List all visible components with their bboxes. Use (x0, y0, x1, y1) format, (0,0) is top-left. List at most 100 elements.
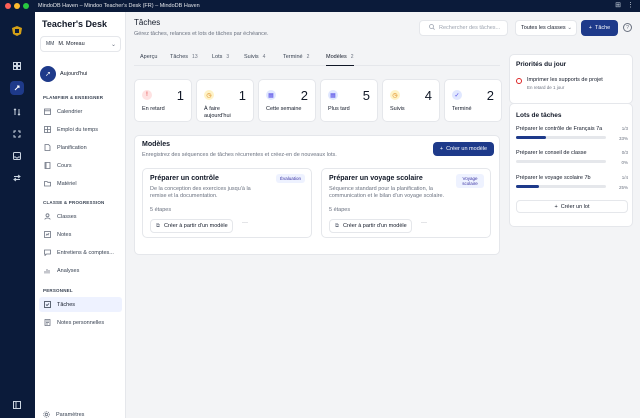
window-title: MindoDB Haven – Mindoo Teacher's Desk (F… (38, 3, 200, 9)
tab-termine[interactable]: Terminé 2 (283, 54, 309, 66)
app-brand: Teacher's Desk (42, 19, 108, 29)
sort-icon[interactable] (10, 105, 24, 119)
minimize-window-button[interactable] (14, 3, 20, 9)
tab-lots[interactable]: Lots 3 (212, 54, 229, 66)
check-circle-icon: ✓ (452, 90, 462, 100)
create-from-model-button[interactable]: ⧉ Créer à partir d'un modèle (329, 219, 412, 233)
tab-apercu[interactable]: Aperçu (140, 54, 157, 66)
dashboard-icon[interactable] (10, 59, 24, 73)
stat-a-faire-aujourdhui[interactable]: ◷ 1 À faire aujourd'hui (196, 79, 254, 122)
create-lot-button[interactable]: + Créer un lot (516, 200, 628, 213)
stat-label: En retard (142, 106, 165, 112)
search-input[interactable]: Rechercher des tâches... (419, 20, 508, 36)
close-window-button[interactable] (5, 3, 11, 9)
more-options-icon[interactable]: ··· (242, 220, 248, 226)
sidebar-item-calendrier[interactable]: Calendrier (39, 104, 122, 119)
sidebar-item-taches[interactable]: Tâches (39, 297, 122, 312)
stat-suivis[interactable]: ◷ 4 Suivis (382, 79, 440, 122)
more-icon[interactable]: ⋮ (627, 2, 634, 10)
lot-item[interactable]: Préparer le voyage scolaire 7b 1/4 25% (516, 175, 628, 190)
progress-bar (516, 185, 606, 188)
tab-suivis[interactable]: Suivis 4 (244, 54, 265, 66)
stat-label: À faire aujourd'hui (204, 106, 231, 119)
sidebar-item-classes[interactable]: Classes (39, 209, 122, 224)
chart-icon (43, 267, 51, 275)
model-badge: Voyage scolaire (456, 174, 484, 188)
stat-en-retard[interactable]: ! 1 En retard (134, 79, 192, 122)
app-rail (0, 12, 35, 418)
alert-icon: ! (142, 90, 152, 100)
sidebar: Teacher's Desk MM M. Moreau ⌄ ➚ Aujourd'… (35, 12, 126, 418)
tab-taches[interactable]: Tâches 13 (170, 54, 198, 66)
sidebar-item-today[interactable]: ➚ Aujourd'hui (40, 64, 121, 84)
sidebar-item-analyses[interactable]: Analyses (39, 263, 122, 278)
grades-icon (43, 231, 51, 239)
note-icon (43, 319, 51, 327)
stat-plus-tard[interactable]: ▦ 5 Plus tard (320, 79, 378, 122)
sidebar-item-notes-personnelles[interactable]: Notes personnelles (39, 315, 122, 330)
user-switcher[interactable]: MM M. Moreau ⌄ (40, 36, 121, 52)
users-icon (43, 213, 51, 221)
sidebar-item-entretiens[interactable]: Entretiens & comptes... (39, 245, 122, 260)
model-title: Préparer un contrôle (150, 175, 219, 182)
document-icon (43, 144, 51, 152)
new-task-button[interactable]: + Tâche (581, 20, 618, 36)
plus-icon: + (439, 146, 444, 152)
inbox-icon[interactable] (10, 149, 24, 163)
stat-value: 2 (486, 88, 494, 103)
clock-icon: ◷ (390, 90, 400, 100)
sidebar-item-parametres[interactable]: Paramètres (43, 411, 84, 418)
maximize-window-button[interactable] (23, 3, 29, 9)
sidebar-item-materiel[interactable]: Matériel (39, 176, 122, 191)
model-card: Préparer un voyage scolaire Voyage scola… (321, 168, 491, 238)
stat-cette-semaine[interactable]: ▦ 2 Cette semaine (258, 79, 316, 122)
calendar-icon (43, 108, 51, 116)
stat-value: 5 (362, 88, 370, 103)
tab-modeles[interactable]: Modèles 2 (326, 54, 354, 66)
model-title: Préparer un voyage scolaire (329, 175, 423, 182)
sidebar-item-planification[interactable]: Planification (39, 140, 122, 155)
sidebar-item-cours[interactable]: Cours (39, 158, 122, 173)
stat-value: 1 (238, 88, 246, 103)
sidebar-item-emploi-du-temps[interactable]: Emploi du temps (39, 122, 122, 137)
lot-item[interactable]: Préparer le contrôle de Français 7a 1/3 … (516, 126, 628, 141)
stat-label: Suivis (390, 106, 405, 112)
stat-value: 4 (424, 88, 432, 103)
extensions-icon[interactable]: ⊞ (615, 2, 621, 10)
layout-icon[interactable] (10, 398, 24, 412)
stat-value: 1 (176, 88, 184, 103)
priority-item[interactable]: Imprimer les supports de projet En retar… (516, 77, 603, 90)
clock-icon: ◷ (204, 90, 214, 100)
page-title: Tâches (134, 18, 161, 27)
plus-icon: + (554, 203, 558, 210)
stat-termine[interactable]: ✓ 2 Terminé (444, 79, 502, 122)
sidebar-item-notes[interactable]: Notes (39, 227, 122, 242)
progress-fill (516, 185, 539, 188)
model-description: Séquence standard pour la planification,… (329, 186, 445, 199)
create-model-button[interactable]: + Créer un modèle (433, 142, 494, 156)
search-placeholder: Rechercher des tâches... (439, 25, 501, 31)
create-from-model-button[interactable]: ⧉ Créer à partir d'un modèle (150, 219, 233, 233)
sidebar-item-label: Aujourd'hui (60, 71, 88, 77)
app-logo-icon[interactable] (10, 24, 24, 38)
lot-item[interactable]: Préparer le conseil de classe 0/3 0% (516, 150, 628, 165)
section-heading-perso: PERSONNEL (43, 288, 73, 293)
avatar: MM (46, 41, 55, 47)
rocket-icon: ➚ (40, 66, 56, 82)
more-options-icon[interactable]: ··· (421, 220, 427, 226)
help-icon[interactable]: ? (623, 23, 632, 32)
section-heading-plan: PLANIFIER & ENSEIGNER (43, 95, 104, 100)
priorities-panel: Priorités du jour Imprimer les supports … (509, 54, 633, 104)
transfer-icon[interactable] (10, 171, 24, 185)
class-select[interactable]: Toutes les classes ⌄ (515, 20, 577, 36)
lots-panel: Lots de tâches Préparer le contrôle de F… (509, 103, 633, 227)
calendar-icon: ▦ (266, 90, 276, 100)
copy-icon: ⧉ (335, 222, 339, 229)
stat-label: Cette semaine (266, 106, 302, 112)
scan-icon[interactable] (10, 127, 24, 141)
rocket-icon[interactable] (10, 81, 24, 95)
tab-bar: Aperçu Tâches 13 Lots 3 Suivis 4 Terminé 2 M… (134, 54, 500, 66)
page-subtitle: Gérez tâches, relances et lots de tâches… (134, 31, 269, 37)
copy-icon: ⧉ (156, 222, 160, 229)
user-name: M. Moreau (58, 41, 85, 47)
